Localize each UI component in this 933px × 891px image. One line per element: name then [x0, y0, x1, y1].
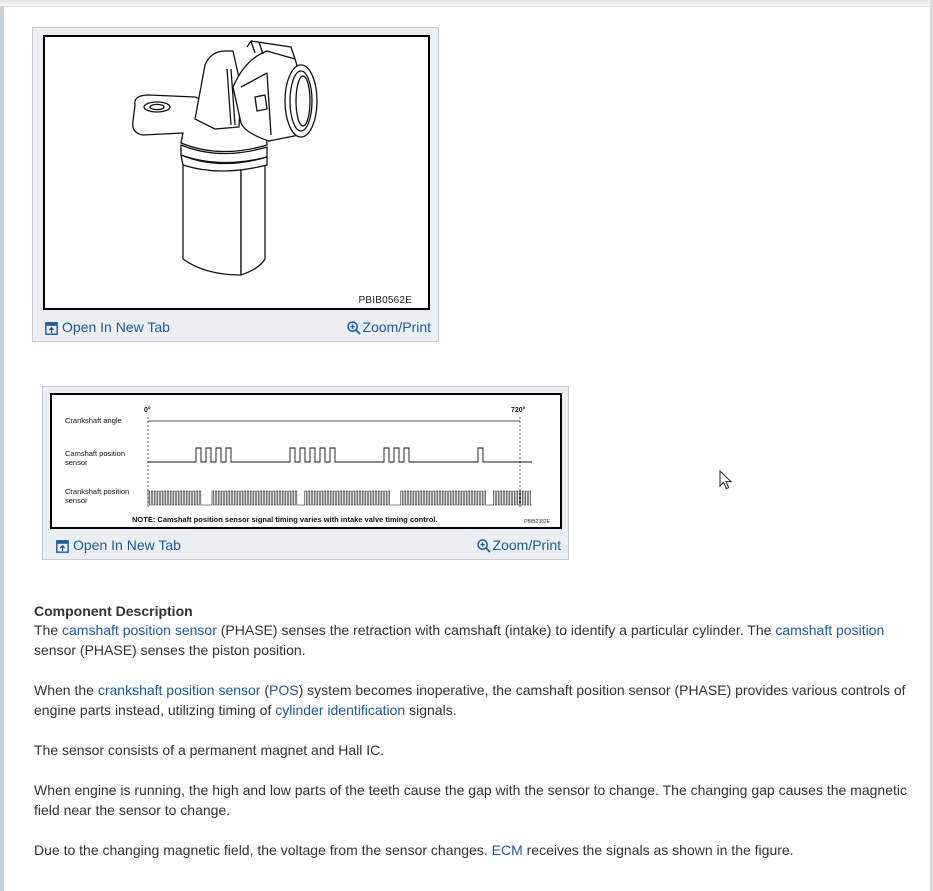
- open-in-new-tab-link[interactable]: Open In New Tab: [45, 319, 170, 335]
- camshaft-sensor-drawing: [132, 40, 318, 276]
- zoom-print-link[interactable]: Zoom/Print: [346, 319, 431, 335]
- text-run: (: [260, 682, 270, 698]
- camshaft-sensor-label: Camshaft position sensor: [65, 449, 126, 467]
- camshaft-position-link[interactable]: camshaft position: [775, 622, 884, 638]
- figure-footer: Open In New Tab Zoom/Print: [33, 313, 438, 341]
- figure-footer: Open In New Tab Zoom/Print: [43, 531, 568, 559]
- camshaft-position-sensor-link[interactable]: camshaft position sensor: [62, 622, 217, 638]
- pos-link[interactable]: POS: [269, 682, 299, 698]
- crankshaft-angle-label: Crankshaft angle: [65, 416, 122, 425]
- section-heading: Component Description: [34, 603, 193, 619]
- open-in-new-tab-link[interactable]: Open In New Tab: [56, 537, 181, 553]
- ecm-link[interactable]: ECM: [492, 842, 523, 858]
- mouse-pointer-icon: [719, 470, 733, 490]
- left-scroll-edge: [0, 6, 4, 891]
- sensor-illustration-image: PBIB0562E: [43, 35, 430, 310]
- crankshaft-position-sensor-link[interactable]: crankshaft position sensor: [98, 682, 261, 698]
- timing-note: NOTE: Camshaft position sensor signal ti…: [132, 515, 438, 524]
- crankshaft-sensor-label: Crankshaft position sensor: [65, 487, 130, 505]
- zoom-print-label: Zoom/Print: [492, 537, 561, 553]
- angle-start-label: 0°: [144, 407, 151, 414]
- crankshaft-signal-wave: [147, 490, 532, 506]
- figure-sensor-illustration: PBIB0562E Open In New Tab Zoom/Print: [32, 27, 439, 342]
- top-toolbar-edge: [0, 0, 933, 7]
- text-run: (PHASE) senses the retraction with camsh…: [216, 622, 776, 638]
- text-run: receives the signals as shown in the fig…: [522, 842, 794, 858]
- zoom-print-link[interactable]: Zoom/Print: [476, 537, 561, 553]
- angle-end-label: 720°: [511, 407, 526, 414]
- image-code-label: PBIB0562E: [358, 295, 412, 306]
- timing-chart-image: 0° 720° Crankshaft angle Camshaft positi…: [50, 393, 562, 529]
- text-run: signals.: [405, 702, 457, 718]
- paragraph-5: Due to the changing magnetic field, the …: [34, 840, 914, 860]
- image-code-label: PBIB2382E: [524, 519, 550, 525]
- zoom-print-label: Zoom/Print: [362, 319, 431, 335]
- paragraph-3: The sensor consists of a permanent magne…: [34, 742, 385, 758]
- text-run: The: [34, 622, 63, 638]
- text-run: When the: [34, 682, 98, 698]
- figure-timing-chart: 0° 720° Crankshaft angle Camshaft positi…: [42, 386, 569, 560]
- paragraph-1: The camshaft position sensor (PHASE) sen…: [34, 620, 914, 660]
- open-in-new-tab-icon: [45, 322, 58, 335]
- text-run: Due to the changing magnetic field, the …: [34, 842, 492, 858]
- paragraph-2: When the crankshaft position sensor (POS…: [34, 680, 914, 720]
- open-in-new-tab-icon: [56, 540, 69, 553]
- zoom-in-icon: [346, 321, 361, 335]
- open-in-new-tab-label: Open In New Tab: [62, 319, 170, 335]
- cylinder-identification-link[interactable]: cylinder identification: [275, 702, 405, 718]
- article-content: Component Description The camshaft posit…: [34, 602, 914, 880]
- camshaft-signal-wave: [148, 447, 532, 463]
- paragraph-4: When engine is running, the high and low…: [34, 782, 907, 818]
- open-in-new-tab-label: Open In New Tab: [73, 537, 181, 553]
- text-run: sensor (PHASE) senses the piston positio…: [34, 642, 306, 658]
- zoom-in-icon: [476, 539, 491, 553]
